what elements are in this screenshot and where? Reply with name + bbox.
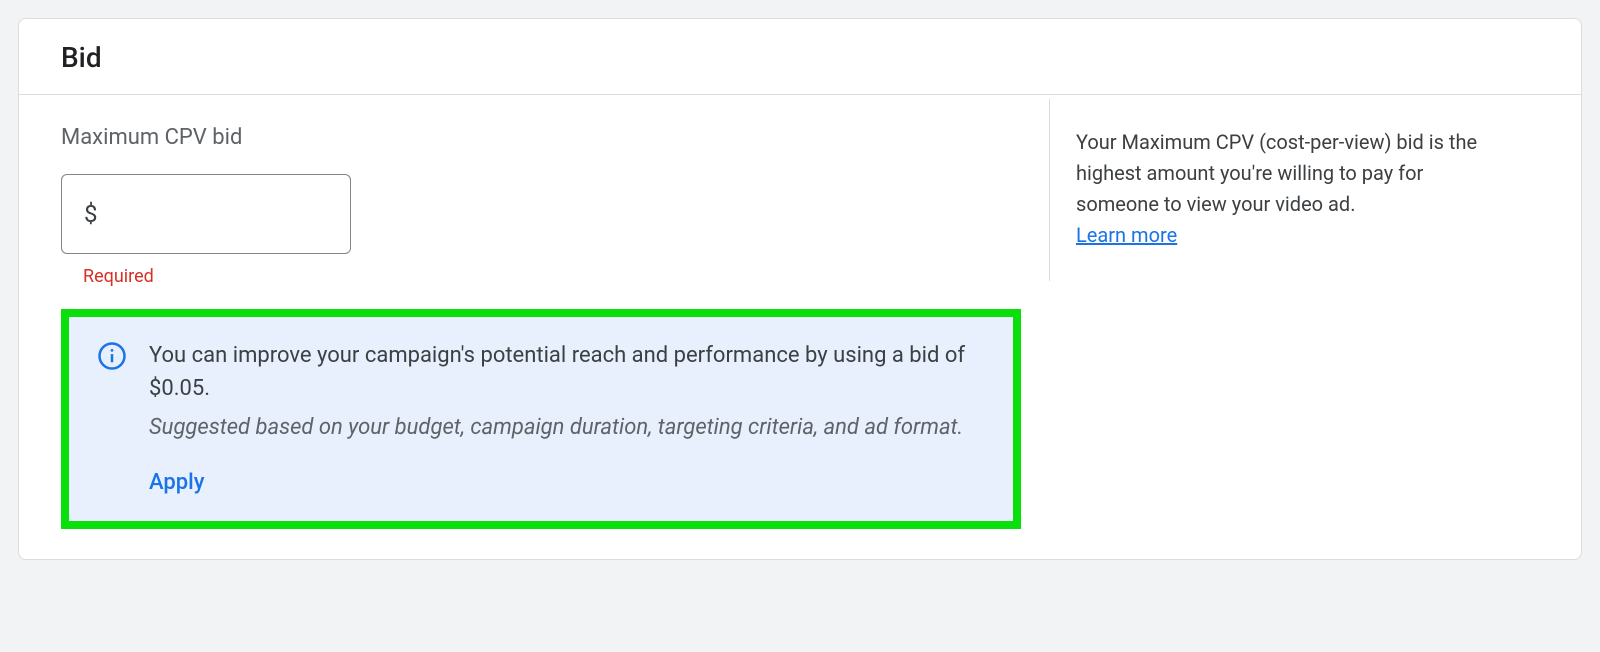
currency-symbol: $ — [84, 200, 98, 228]
help-text: Your Maximum CPV (cost-per-view) bid is … — [1076, 127, 1497, 251]
card-body: Maximum CPV bid $ Required Y — [19, 95, 1581, 559]
help-description: Your Maximum CPV (cost-per-view) bid is … — [1076, 130, 1477, 216]
learn-more-link[interactable]: Learn more — [1076, 223, 1177, 247]
help-panel: Your Maximum CPV (cost-per-view) bid is … — [1049, 99, 1539, 281]
bid-error-text: Required — [83, 266, 1029, 287]
bid-field-label: Maximum CPV bid — [61, 125, 1029, 150]
suggestion-main-text: You can improve your campaign's potentia… — [149, 339, 985, 405]
card-header: Bid — [19, 19, 1581, 95]
bid-main-column: Maximum CPV bid $ Required Y — [19, 95, 1049, 559]
bid-suggestion-callout: You can improve your campaign's potentia… — [61, 309, 1021, 529]
card-title: Bid — [61, 41, 1539, 74]
apply-button[interactable]: Apply — [149, 470, 205, 495]
info-icon — [97, 341, 127, 371]
bid-card: Bid Maximum CPV bid $ Required — [18, 18, 1582, 560]
suggestion-sub-text: Suggested based on your budget, campaign… — [149, 411, 985, 444]
bid-input-container[interactable]: $ — [61, 174, 351, 254]
bid-input[interactable] — [104, 200, 329, 228]
